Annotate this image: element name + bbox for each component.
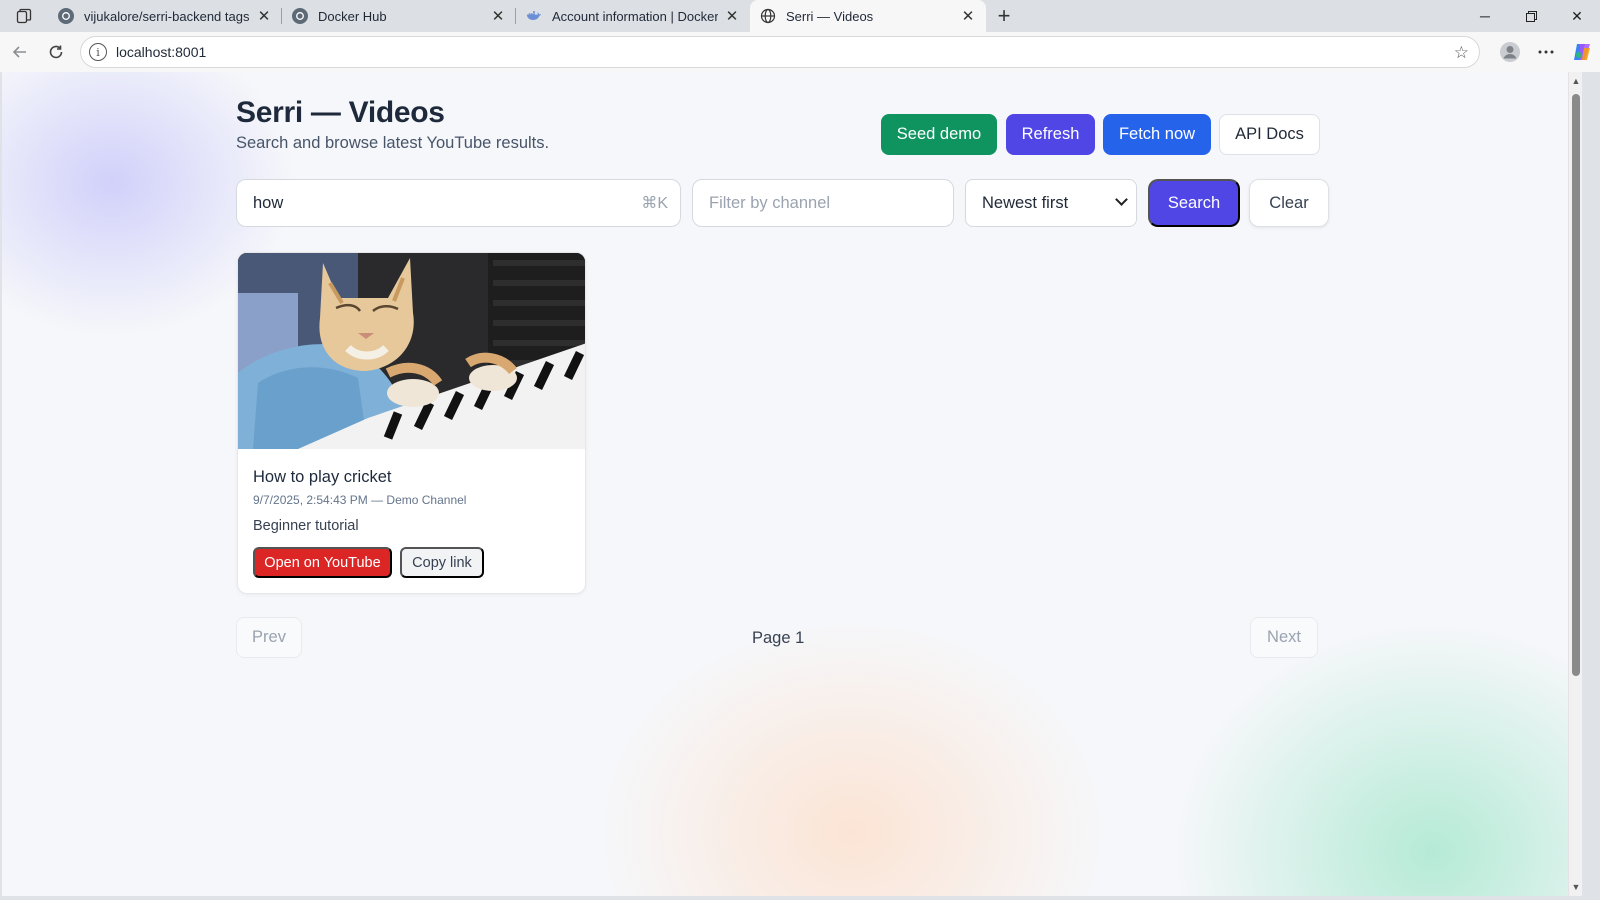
reload-icon[interactable]: [38, 36, 74, 68]
page-subtitle: Search and browse latest YouTube results…: [236, 134, 550, 152]
back-arrow-icon[interactable]: [2, 36, 38, 68]
minimize-icon[interactable]: ─: [1462, 0, 1508, 32]
video-card: How to play cricket 9/7/2025, 2:54:43 PM…: [237, 252, 586, 594]
vertical-scrollbar[interactable]: ▲ ▼: [1568, 72, 1582, 896]
docker-favicon-icon: [292, 8, 308, 24]
browser-toolbar: i localhost:8001 ☆: [0, 32, 1600, 72]
globe-icon: [760, 8, 776, 24]
tab-title: vijukalore/serri-backend tags | Do: [84, 8, 250, 24]
docker-favicon-icon: [58, 8, 74, 24]
scroll-up-arrow-icon[interactable]: ▲: [1571, 76, 1581, 86]
workspaces-icon[interactable]: [0, 0, 48, 32]
tab-serri-videos[interactable]: Serri — Videos ✕: [750, 0, 986, 32]
window-controls: ─ ✕: [1462, 0, 1600, 32]
close-tab-icon[interactable]: ✕: [256, 8, 272, 25]
favorite-star-icon[interactable]: ☆: [1454, 43, 1469, 63]
video-meta: 9/7/2025, 2:54:43 PM — Demo Channel: [253, 493, 467, 507]
tab-title: Docker Hub: [318, 8, 387, 24]
copilot-icon[interactable]: [1564, 36, 1600, 68]
channel-filter-placeholder: Filter by channel: [709, 193, 831, 212]
scroll-down-arrow-icon[interactable]: ▼: [1571, 882, 1581, 892]
prev-page-button[interactable]: Prev: [236, 617, 302, 658]
address-bar[interactable]: i localhost:8001 ☆: [80, 36, 1480, 68]
new-tab-icon[interactable]: +: [986, 0, 1022, 32]
fetch-now-button[interactable]: Fetch now: [1103, 114, 1211, 155]
chevron-down-icon: [1115, 193, 1128, 206]
search-input-value: how: [253, 193, 284, 212]
sort-select[interactable]: Newest first: [965, 179, 1137, 227]
page-viewport: Serri — Videos Search and browse latest …: [2, 72, 1582, 896]
scrollbar-thumb[interactable]: [1572, 94, 1580, 676]
toolbar-right: [1492, 32, 1600, 72]
search-input[interactable]: how ⌘K: [236, 179, 681, 227]
search-button[interactable]: Search: [1148, 179, 1240, 227]
video-thumbnail[interactable]: [238, 253, 585, 449]
refresh-button[interactable]: Refresh: [1006, 114, 1095, 155]
tab-serri-backend-tags[interactable]: vijukalore/serri-backend tags | Do ✕: [48, 0, 282, 32]
profile-avatar-icon[interactable]: [1492, 36, 1528, 68]
close-tab-icon[interactable]: ✕: [960, 8, 976, 25]
tab-account-information[interactable]: Account information | Docker ✕: [516, 0, 750, 32]
copy-link-button[interactable]: Copy link: [400, 547, 484, 578]
clear-button[interactable]: Clear: [1249, 179, 1329, 227]
next-page-button[interactable]: Next: [1250, 617, 1318, 658]
close-tab-icon[interactable]: ✕: [724, 8, 740, 25]
channel-filter-input[interactable]: Filter by channel: [692, 179, 954, 227]
restore-icon[interactable]: [1508, 0, 1554, 32]
tab-title: Serri — Videos: [786, 8, 874, 24]
page-indicator: Page 1: [752, 629, 805, 647]
close-tab-icon[interactable]: ✕: [490, 8, 506, 25]
docker-whale-icon: [526, 8, 542, 24]
page-title: Serri — Videos: [236, 96, 445, 129]
api-docs-button[interactable]: API Docs: [1219, 114, 1320, 155]
window-bottom-edge: [0, 896, 1600, 900]
keyboard-shortcut-hint: ⌘K: [641, 195, 668, 212]
video-title: How to play cricket: [253, 468, 392, 486]
close-window-icon[interactable]: ✕: [1554, 0, 1600, 32]
sort-select-value: Newest first: [982, 193, 1069, 212]
tab-docker-hub[interactable]: Docker Hub ✕: [282, 0, 516, 32]
open-on-youtube-button[interactable]: Open on YouTube: [253, 547, 392, 578]
site-info-icon[interactable]: i: [89, 43, 107, 61]
seed-demo-button[interactable]: Seed demo: [881, 114, 997, 155]
more-options-icon[interactable]: [1528, 36, 1564, 68]
video-description: Beginner tutorial: [253, 518, 359, 534]
browser-tab-bar: vijukalore/serri-backend tags | Do ✕ Doc…: [0, 0, 1600, 32]
url-text: localhost:8001: [116, 44, 207, 60]
tab-title: Account information | Docker: [552, 8, 718, 24]
